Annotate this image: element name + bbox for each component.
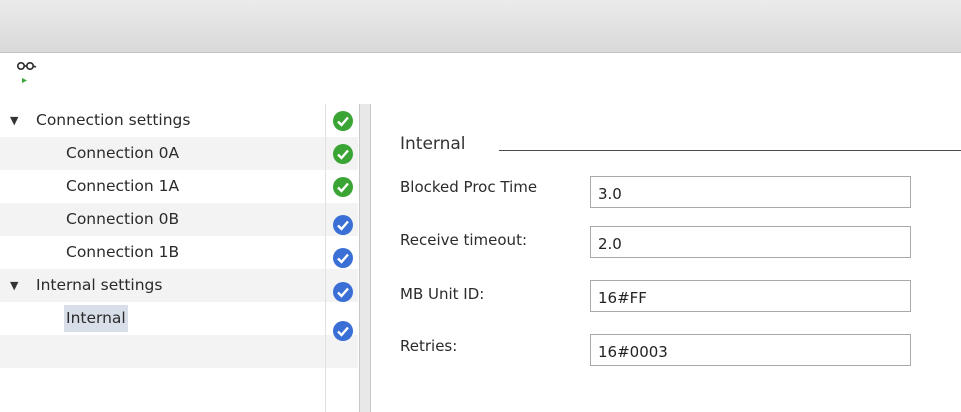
receive-timeout-label: Receive timeout: [400, 231, 528, 249]
retries-label: Retries: [400, 337, 458, 355]
status-info-icon [333, 215, 353, 235]
tree-item-connection-0b[interactable]: Connection 0B [0, 203, 358, 236]
tree-item-label[interactable]: Connection 1A [66, 170, 179, 203]
blocked-proc-time-label: Blocked Proc Time [400, 178, 538, 196]
tree-item-connection-0a[interactable]: Connection 0A [0, 137, 358, 170]
window-title-bar [0, 0, 961, 53]
caret-down-icon[interactable]: ▼ [10, 104, 18, 137]
status-ok-icon [333, 144, 353, 164]
tree-group-label[interactable]: Internal settings [36, 269, 162, 302]
status-ok-icon [333, 111, 353, 131]
tree-item-label[interactable]: Connection 0A [66, 137, 179, 170]
panel-splitter[interactable] [359, 104, 371, 412]
mb-unit-id-input[interactable] [590, 280, 911, 312]
tree-item-internal[interactable]: Internal [0, 302, 358, 335]
tree-item-connection-1b[interactable]: Connection 1B [0, 236, 358, 269]
receive-timeout-input[interactable] [590, 226, 911, 258]
tree-item-label[interactable]: Internal [64, 305, 128, 332]
status-ok-icon [333, 177, 353, 197]
caret-down-icon[interactable]: ▼ [10, 269, 18, 302]
blocked-proc-time-input[interactable] [590, 176, 911, 208]
status-info-icon [333, 248, 353, 268]
status-info-icon [333, 282, 353, 302]
tree-item-connection-1a[interactable]: Connection 1A [0, 170, 358, 203]
tree-group-label[interactable]: Connection settings [36, 104, 190, 137]
tree-group-internal-settings[interactable]: ▼ Internal settings [0, 269, 358, 302]
tree-item-label[interactable]: Connection 1B [66, 236, 179, 269]
section-divider [499, 150, 961, 151]
tree-empty-row [0, 368, 358, 401]
connection-glasses-icon[interactable] [14, 60, 40, 86]
tree-empty-row [0, 335, 358, 368]
mb-unit-id-label: MB Unit ID: [400, 285, 485, 303]
status-info-icon [333, 321, 353, 341]
tree-group-connection-settings[interactable]: ▼ Connection settings [0, 104, 358, 137]
tree-item-label[interactable]: Connection 0B [66, 203, 179, 236]
section-title: Internal [400, 134, 466, 154]
settings-tree: ▼ Connection settings Connection 0A Conn… [0, 104, 358, 412]
retries-input[interactable] [590, 334, 911, 366]
